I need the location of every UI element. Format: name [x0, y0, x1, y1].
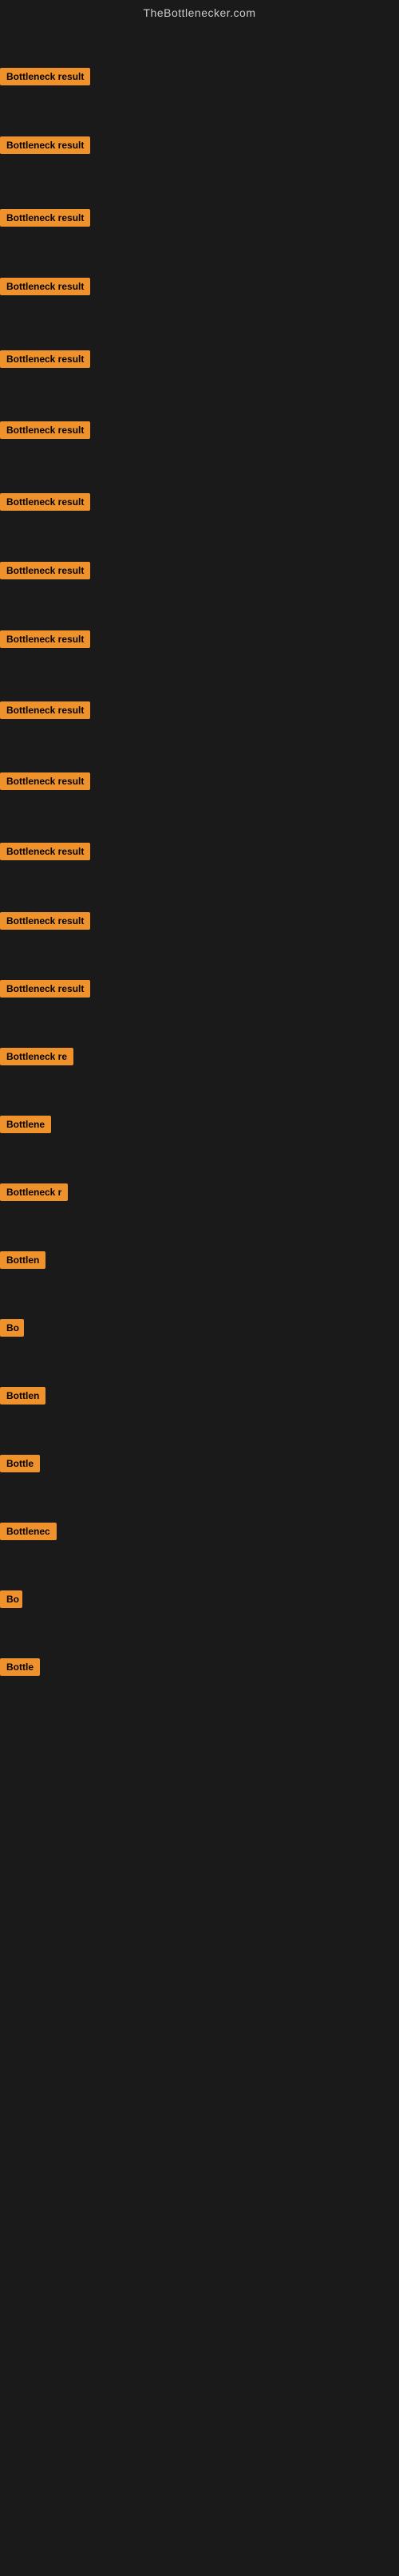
bottleneck-badge-3: Bottleneck result [0, 209, 90, 227]
bottleneck-item-7: Bottleneck result [0, 493, 90, 515]
bottleneck-item-8: Bottleneck result [0, 562, 90, 583]
bottleneck-item-14: Bottleneck result [0, 980, 90, 1002]
bottleneck-badge-6: Bottleneck result [0, 421, 90, 439]
bottleneck-item-11: Bottleneck result [0, 772, 90, 794]
bottleneck-badge-15: Bottleneck re [0, 1048, 73, 1065]
bottleneck-badge-2: Bottleneck result [0, 136, 90, 154]
bottleneck-item-16: Bottlene [0, 1116, 51, 1137]
bottleneck-badge-11: Bottleneck result [0, 772, 90, 790]
bottleneck-item-17: Bottleneck r [0, 1183, 68, 1205]
bottleneck-item-22: Bottlenec [0, 1523, 57, 1544]
bottleneck-item-24: Bottle [0, 1658, 40, 1680]
bottleneck-badge-16: Bottlene [0, 1116, 51, 1133]
bottleneck-badge-5: Bottleneck result [0, 350, 90, 368]
bottleneck-badge-4: Bottleneck result [0, 278, 90, 295]
bottleneck-item-4: Bottleneck result [0, 278, 90, 299]
bottleneck-badge-7: Bottleneck result [0, 493, 90, 511]
bottleneck-badge-9: Bottleneck result [0, 630, 90, 648]
bottleneck-item-19: Bo [0, 1319, 24, 1341]
bottleneck-item-18: Bottlen [0, 1251, 45, 1273]
bottleneck-item-13: Bottleneck result [0, 912, 90, 934]
bottleneck-badge-1: Bottleneck result [0, 68, 90, 85]
bottleneck-badge-21: Bottle [0, 1455, 40, 1472]
bottleneck-item-2: Bottleneck result [0, 136, 90, 158]
bottleneck-item-9: Bottleneck result [0, 630, 90, 652]
bottleneck-item-23: Bo [0, 1590, 22, 1612]
bottleneck-badge-18: Bottlen [0, 1251, 45, 1269]
bottleneck-badge-22: Bottlenec [0, 1523, 57, 1540]
bottleneck-badge-24: Bottle [0, 1658, 40, 1676]
bottleneck-badge-14: Bottleneck result [0, 980, 90, 998]
bottleneck-item-15: Bottleneck re [0, 1048, 73, 1069]
bottleneck-badge-20: Bottlen [0, 1387, 45, 1405]
bottleneck-item-10: Bottleneck result [0, 701, 90, 723]
bottleneck-badge-8: Bottleneck result [0, 562, 90, 579]
bottleneck-item-6: Bottleneck result [0, 421, 90, 443]
bottleneck-item-5: Bottleneck result [0, 350, 90, 372]
bottleneck-item-12: Bottleneck result [0, 843, 90, 864]
bottleneck-item-20: Bottlen [0, 1387, 45, 1409]
bottleneck-badge-13: Bottleneck result [0, 912, 90, 930]
bottleneck-badge-17: Bottleneck r [0, 1183, 68, 1201]
bottleneck-badge-23: Bo [0, 1590, 22, 1608]
bottleneck-item-3: Bottleneck result [0, 209, 90, 231]
site-title: TheBottlenecker.com [0, 0, 399, 22]
bottleneck-item-21: Bottle [0, 1455, 40, 1476]
bottleneck-badge-12: Bottleneck result [0, 843, 90, 860]
bottleneck-item-1: Bottleneck result [0, 68, 90, 89]
bottleneck-badge-10: Bottleneck result [0, 701, 90, 719]
bottleneck-badge-19: Bo [0, 1319, 24, 1337]
